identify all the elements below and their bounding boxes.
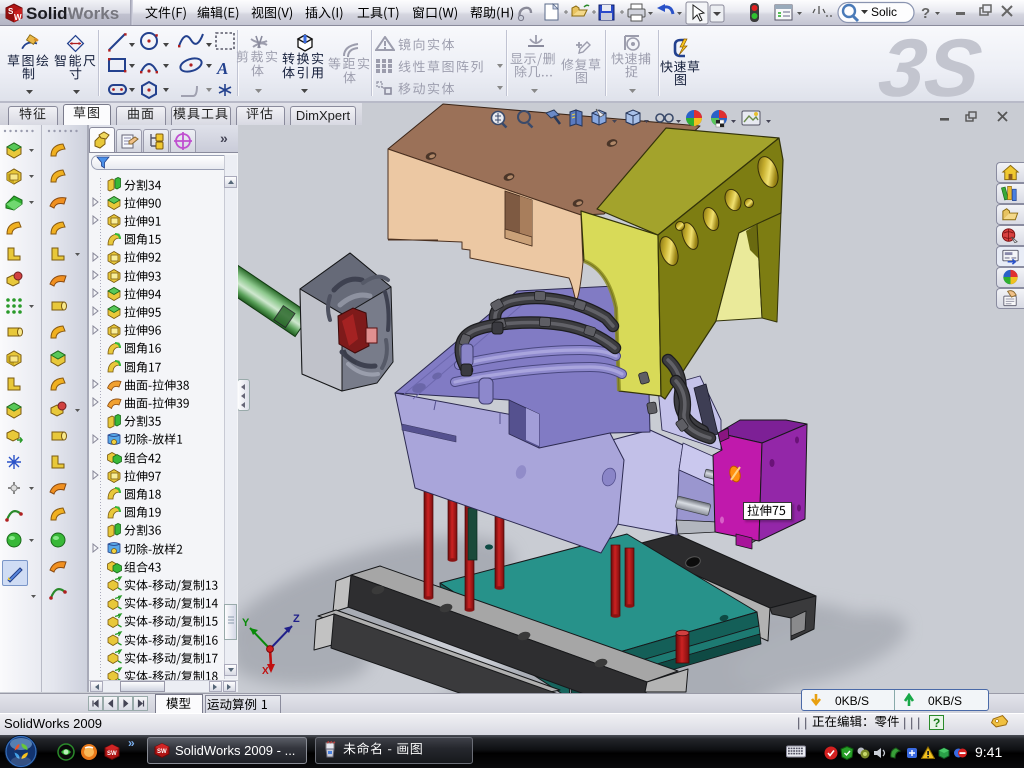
svg-text:A: A xyxy=(216,59,228,78)
svg-text:?: ? xyxy=(921,5,930,22)
svg-text:Z: Z xyxy=(293,613,300,625)
svg-text:SW: SW xyxy=(157,749,167,755)
svg-text:X: X xyxy=(262,666,269,676)
svg-text:SW: SW xyxy=(107,751,117,757)
svg-text:Solic: Solic xyxy=(871,5,897,19)
svg-text:Y: Y xyxy=(242,617,250,629)
svg-text:W: W xyxy=(14,13,22,22)
